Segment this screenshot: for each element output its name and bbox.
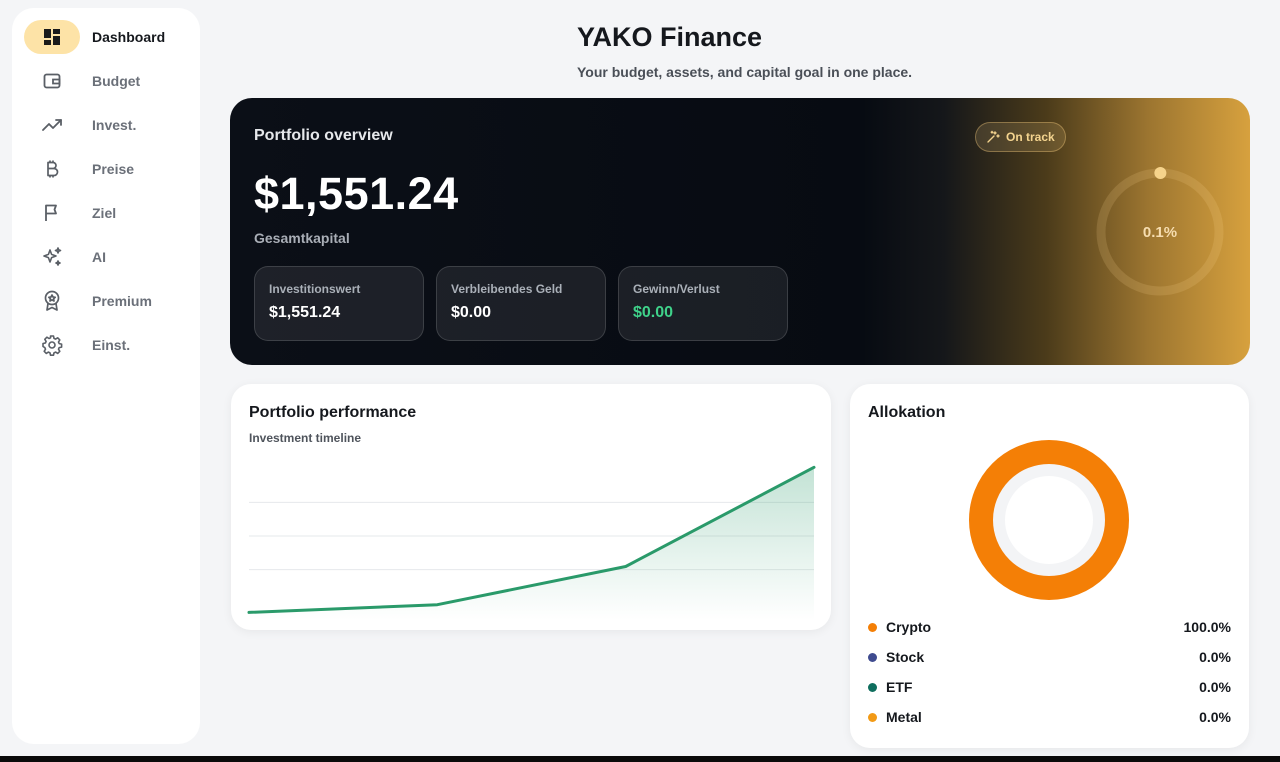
performance-chart	[247, 465, 816, 620]
stat-value: $0.00	[633, 304, 674, 321]
legend-value: 0.0%	[1199, 679, 1231, 695]
sidebar-item-label: Preise	[92, 161, 135, 177]
legend-name: ETF	[886, 679, 913, 695]
stat-label: Investitionswert	[269, 282, 361, 296]
sidebar-item-ai[interactable]: AI	[24, 240, 194, 274]
stat-label: Gewinn/Verlust	[633, 282, 720, 296]
goal-progress-ring: 0.1%	[1092, 164, 1228, 300]
allocation-legend-crypto: Crypto 100.0%	[868, 617, 1231, 637]
sidebar-item-ziel[interactable]: Ziel	[24, 196, 194, 230]
sidebar-item-preise[interactable]: Preise	[24, 152, 194, 186]
stat-label: Verbleibendes Geld	[451, 282, 563, 296]
page-title: YAKO Finance	[577, 22, 763, 52]
allocation-legend-stock: Stock 0.0%	[868, 647, 1231, 667]
status-badge-label: On track	[1006, 130, 1055, 144]
legend-name: Stock	[886, 649, 925, 665]
page-subtitle: Your budget, assets, and capital goal in…	[577, 64, 913, 80]
sidebar: Dashboard Budget Invest. Preise Ziel AI	[12, 8, 200, 744]
total-capital-value: $1,551.24	[254, 168, 459, 219]
sidebar-item-dashboard[interactable]: Dashboard	[24, 20, 194, 54]
sidebar-item-settings[interactable]: Einst.	[24, 328, 194, 362]
bitcoin-icon	[24, 152, 80, 186]
performance-card: Portfolio performance Investment timelin…	[231, 384, 831, 630]
sidebar-item-label: AI	[92, 249, 106, 265]
award-icon	[24, 284, 80, 318]
settings-icon	[24, 328, 80, 362]
allocation-card: Allokation Crypto 100.0% Stock 0.0% ETF …	[850, 384, 1249, 748]
legend-name: Metal	[886, 709, 922, 725]
total-capital-label: Gesamtkapital	[254, 230, 350, 246]
allocation-title: Allokation	[868, 404, 946, 421]
legend-dot	[868, 682, 877, 692]
sidebar-item-label: Einst.	[92, 337, 131, 353]
legend-value: 0.0%	[1199, 649, 1231, 665]
stat-value: $1,551.24	[269, 304, 341, 321]
sidebar-item-label: Ziel	[92, 205, 117, 221]
sidebar-item-invest[interactable]: Invest.	[24, 108, 194, 142]
stat-remaining-money: Verbleibendes Geld $0.00	[436, 266, 606, 341]
portfolio-overview-card: Portfolio overview $1,551.24 Gesamtkapit…	[230, 98, 1250, 365]
stat-investment-value: Investitionswert $1,551.24	[254, 266, 424, 341]
allocation-donut-chart	[969, 440, 1129, 600]
sparkles-icon	[24, 240, 80, 274]
goal-progress-label: 0.1%	[1142, 223, 1178, 241]
stat-profit-loss: Gewinn/Verlust $0.00	[618, 266, 788, 341]
sidebar-item-label: Dashboard	[92, 29, 166, 45]
legend-value: 100.0%	[1183, 619, 1231, 635]
legend-name: Crypto	[886, 619, 932, 635]
allocation-legend-metal: Metal 0.0%	[868, 707, 1231, 727]
sidebar-item-label: Invest.	[92, 117, 137, 133]
legend-dot	[868, 652, 877, 662]
sidebar-item-budget[interactable]: Budget	[24, 64, 194, 98]
sparkle-wand-icon	[987, 130, 1000, 143]
dashboard-icon	[24, 20, 80, 54]
stat-value: $0.00	[451, 304, 492, 321]
flag-icon	[24, 196, 80, 230]
bottom-edge	[0, 756, 1280, 762]
overview-title: Portfolio overview	[254, 127, 393, 144]
wallet-icon	[24, 64, 80, 98]
legend-dot	[868, 622, 877, 632]
trending-up-icon	[24, 108, 80, 142]
legend-dot	[868, 712, 877, 722]
sidebar-item-label: Budget	[92, 73, 141, 89]
legend-value: 0.0%	[1199, 709, 1231, 725]
sidebar-item-label: Premium	[92, 293, 152, 309]
performance-area	[249, 467, 814, 620]
status-badge: On track	[975, 122, 1066, 152]
allocation-legend-etf: ETF 0.0%	[868, 677, 1231, 697]
sidebar-item-premium[interactable]: Premium	[24, 284, 194, 318]
